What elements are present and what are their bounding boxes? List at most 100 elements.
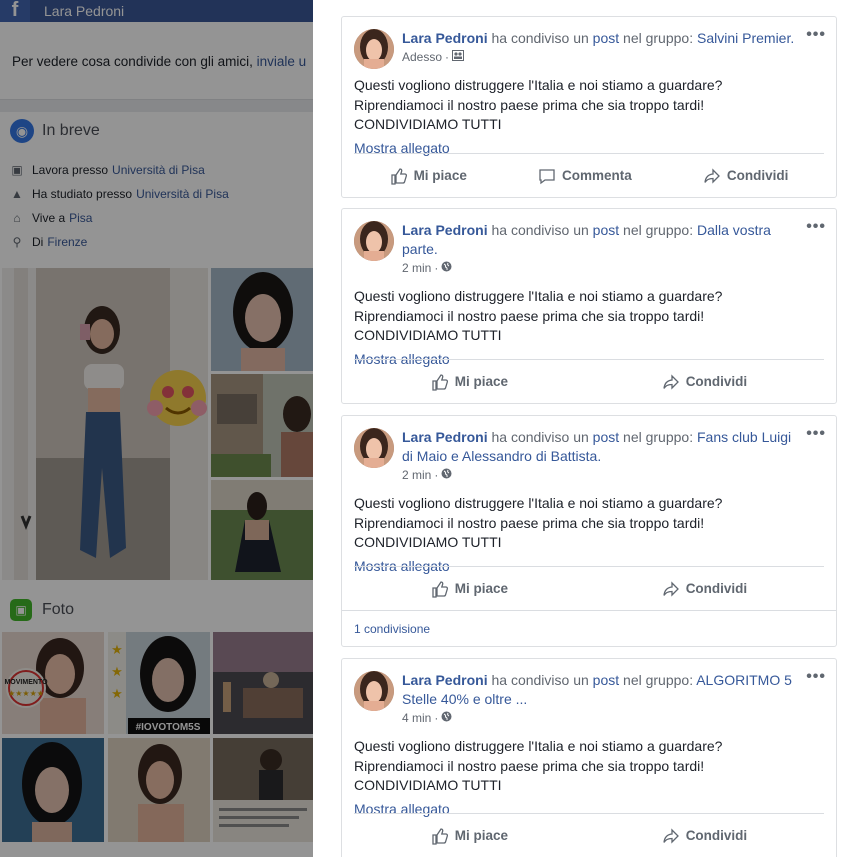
globe-badge-icon: ◉ — [10, 119, 34, 143]
timestamp[interactable]: 4 min — [402, 711, 431, 725]
intro-work: ▣ Lavora presso Università di Pisa — [11, 163, 205, 177]
timestamp[interactable]: Adesso — [402, 50, 442, 64]
post-header: Lara Pedroni ha condiviso un post nel gr… — [402, 429, 792, 464]
from-link[interactable]: Firenze — [47, 235, 87, 249]
notice-text: Per vedere cosa condivide con gli amici, — [12, 54, 253, 69]
post-actions: Mi piace Commenta Condividi — [354, 153, 824, 197]
graduation-cap-icon: ▲ — [11, 187, 23, 201]
like-button[interactable]: Mi piace — [390, 167, 467, 185]
avatar[interactable] — [354, 671, 394, 711]
post-actions: Mi piace Condividi — [354, 813, 824, 857]
photo-tile-2[interactable]: ★ ★ ★ #IOVOTOM5S — [108, 632, 210, 734]
author-name[interactable]: Lara Pedroni — [402, 30, 488, 46]
thumbs-up-icon — [432, 373, 448, 391]
photo-tile-3[interactable] — [213, 632, 313, 734]
author-name[interactable]: Lara Pedroni — [402, 672, 488, 688]
author-name[interactable]: Lara Pedroni — [402, 429, 488, 445]
location-pin-icon: ⚲ — [12, 235, 22, 249]
post-meta: 2 min · — [402, 466, 824, 484]
post-body: Questi vogliono distruggere l'Italia e n… — [354, 288, 723, 343]
intro-education: ▲ Ha studiato presso Università di Pisa — [11, 187, 229, 201]
comment-button[interactable]: Commenta — [538, 167, 632, 185]
thumbs-up-icon — [432, 827, 448, 845]
photos-grid: MOVIMENTO ★★★★★ ★ ★ ★ #IOVOTOM5S — [0, 632, 313, 857]
briefcase-icon: ▣ — [11, 163, 23, 177]
shares-feed-panel[interactable]: Lara Pedroni ha condiviso un post nel gr… — [313, 0, 866, 857]
timestamp[interactable]: 2 min — [402, 468, 431, 482]
post-meta: Adesso · — [402, 48, 824, 66]
shared-post: Lara Pedroni ha condiviso un post nel gr… — [341, 16, 837, 198]
photos-header[interactable]: ▣ Foto — [0, 588, 313, 632]
featured-photo-4[interactable] — [211, 480, 313, 580]
group-icon — [452, 50, 465, 64]
featured-photo-main[interactable] — [2, 268, 208, 580]
more-options-icon[interactable]: ••• — [806, 219, 826, 235]
more-options-icon[interactable]: ••• — [806, 669, 826, 685]
photo-tile-1[interactable]: MOVIMENTO ★★★★★ — [2, 632, 104, 734]
svg-text:★: ★ — [111, 643, 123, 658]
thumbs-up-icon — [390, 167, 407, 185]
group-link[interactable]: Salvini Premier. — [697, 30, 794, 46]
profile-name[interactable]: Lara Pedroni — [44, 3, 124, 19]
post-link[interactable]: post — [593, 672, 619, 688]
svg-text:★: ★ — [111, 665, 123, 680]
timestamp[interactable]: 2 min — [402, 261, 431, 275]
avatar[interactable] — [354, 29, 394, 69]
svg-text:★: ★ — [111, 687, 123, 702]
education-link[interactable]: Università di Pisa — [136, 187, 229, 201]
featured-photo-2[interactable] — [211, 268, 313, 371]
photo-tile-5[interactable] — [108, 738, 210, 842]
like-button[interactable]: Mi piace — [431, 373, 508, 391]
share-arrow-icon — [663, 827, 679, 844]
post-body: Questi vogliono distruggere l'Italia e n… — [354, 738, 723, 793]
featured-photo-3[interactable] — [211, 374, 313, 477]
movimento-logo-text: MOVIMENTO — [4, 679, 48, 686]
post-header: Lara Pedroni ha condiviso un post nel gr… — [402, 30, 795, 46]
post-link[interactable]: post — [593, 30, 619, 46]
share-button[interactable]: Condividi — [703, 167, 788, 185]
more-options-icon[interactable]: ••• — [806, 27, 826, 43]
work-link[interactable]: Università di Pisa — [112, 163, 205, 177]
photos-title: Foto — [42, 601, 75, 618]
home-link[interactable]: Pisa — [69, 211, 92, 225]
globe-icon — [441, 711, 452, 725]
intro-list: ▣ Lavora presso Università di Pisa ▲ Ha … — [0, 150, 313, 258]
intro-header: ◉ In breve — [0, 112, 313, 150]
share-count-link[interactable]: 1 condivisione — [342, 610, 836, 646]
intro-title: In breve — [42, 122, 100, 139]
post-link[interactable]: post — [593, 222, 619, 238]
photos-badge-icon: ▣ — [10, 599, 32, 621]
globe-icon — [441, 468, 452, 482]
author-name[interactable]: Lara Pedroni — [402, 222, 488, 238]
share-arrow-icon — [663, 373, 679, 390]
like-button[interactable]: Mi piace — [431, 827, 508, 845]
post-actions: Mi piace Condividi — [354, 359, 824, 403]
post-meta: 2 min · — [402, 259, 824, 277]
home-icon: ⌂ — [13, 211, 21, 225]
iovotom5s-caption: #IOVOTOM5S — [136, 722, 201, 733]
svg-text:★★★★★: ★★★★★ — [8, 689, 44, 698]
shared-post: Lara Pedroni ha condiviso un post nel gr… — [341, 208, 837, 404]
intro-home: ⌂ Vive a Pisa — [10, 206, 303, 230]
shared-post: Lara Pedroni ha condiviso un post nel gr… — [341, 658, 837, 857]
post-body: Questi vogliono distruggere l'Italia e n… — [354, 495, 723, 550]
photo-tile-6[interactable] — [213, 738, 313, 842]
profile-page-background: f Lara Pedroni Per vedere cosa condivide… — [0, 0, 313, 857]
more-options-icon[interactable]: ••• — [806, 426, 826, 442]
post-actions: Mi piace Condividi — [354, 566, 824, 610]
globe-icon — [441, 261, 452, 275]
avatar[interactable] — [354, 221, 394, 261]
share-button[interactable]: Condividi — [662, 580, 747, 598]
post-link[interactable]: post — [593, 429, 619, 445]
avatar[interactable] — [354, 428, 394, 468]
featured-photos — [0, 268, 313, 580]
photo-tile-4[interactable] — [2, 738, 104, 842]
thumbs-up-icon — [432, 580, 448, 598]
like-button[interactable]: Mi piace — [431, 580, 508, 598]
facebook-logo-icon[interactable]: f — [0, 0, 30, 22]
share-button[interactable]: Condividi — [662, 373, 747, 391]
notice-link[interactable]: inviale u — [257, 54, 307, 69]
post-header: Lara Pedroni ha condiviso un post nel gr… — [402, 672, 792, 707]
share-button[interactable]: Condividi — [662, 827, 747, 845]
post-header: Lara Pedroni ha condiviso un post nel gr… — [402, 222, 771, 257]
